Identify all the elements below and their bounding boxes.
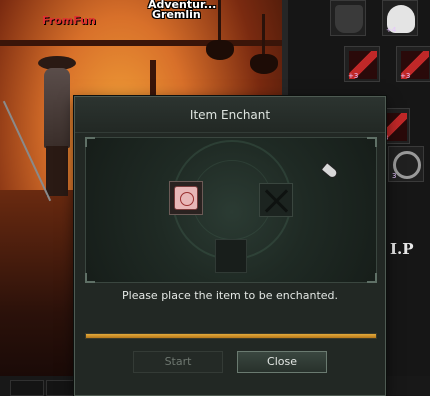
enchant-level: +3 bbox=[400, 72, 411, 80]
player-name-fromfun[interactable]: FromFun bbox=[42, 14, 96, 27]
frame-corner bbox=[367, 273, 377, 283]
enchant-level: +3 bbox=[348, 72, 359, 80]
dark-cloak-icon bbox=[335, 5, 363, 33]
close-button[interactable]: Close bbox=[237, 351, 327, 373]
ceiling-beam bbox=[0, 40, 282, 46]
inventory-slot[interactable]: +4 bbox=[382, 0, 418, 36]
result-slot[interactable] bbox=[215, 239, 247, 273]
player-name-gremlin[interactable]: Gremlin bbox=[152, 8, 201, 21]
scroll-slot[interactable] bbox=[169, 181, 203, 215]
enchant-scroll-icon bbox=[174, 186, 198, 210]
ring-icon bbox=[393, 151, 421, 179]
enchant-progress-fill bbox=[86, 334, 376, 338]
start-button[interactable]: Start bbox=[133, 351, 223, 373]
player-character[interactable] bbox=[2, 56, 76, 202]
frame-corner bbox=[367, 137, 377, 147]
dialog-title[interactable]: Item Enchant bbox=[75, 97, 385, 133]
inventory-slot[interactable]: +3 bbox=[396, 46, 430, 82]
enchant-level: 3 bbox=[392, 172, 397, 180]
enchant-level: +4 bbox=[386, 26, 397, 34]
frame-corner bbox=[85, 137, 95, 147]
enchant-message: Please place the item to be enchanted. bbox=[122, 289, 338, 302]
enchant-progress-bar bbox=[85, 333, 377, 339]
character-legs bbox=[46, 146, 68, 196]
weapon-slot[interactable] bbox=[259, 183, 293, 217]
game-scene: FromFun Adventur... Gremlin +4 +3 +3 +3 … bbox=[0, 0, 430, 396]
inventory-slot[interactable]: +3 bbox=[344, 46, 380, 82]
frame-corner bbox=[85, 273, 95, 283]
inventory-slot[interactable]: 3 bbox=[388, 146, 424, 182]
ip-label: I.P bbox=[390, 240, 414, 258]
hanging-lamp-icon bbox=[206, 0, 234, 60]
item-enchant-dialog: Item Enchant Please place the item to be… bbox=[74, 96, 386, 396]
hanging-lamp-icon bbox=[250, 14, 278, 74]
hotbar-slot[interactable] bbox=[10, 380, 44, 396]
character-body bbox=[44, 68, 70, 148]
inventory-slot[interactable] bbox=[330, 0, 366, 36]
